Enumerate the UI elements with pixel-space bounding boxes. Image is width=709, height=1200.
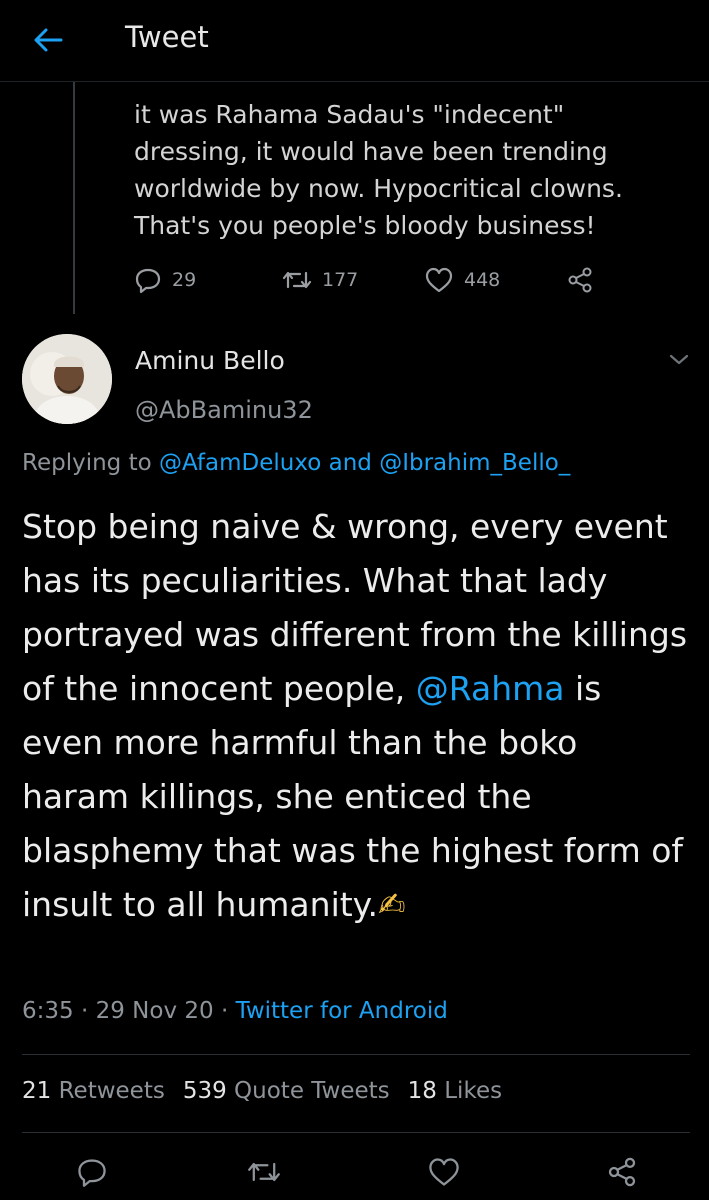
previous-tweet-text: it was Rahama Sadau's "indecent" dressin… <box>134 96 694 244</box>
avatar[interactable] <box>22 334 112 424</box>
share-icon <box>608 1157 636 1187</box>
like-button[interactable] <box>422 1150 466 1194</box>
author-name[interactable]: Aminu Bello <box>135 346 285 375</box>
replying-prefix: Replying to <box>22 450 152 476</box>
reply-icon <box>135 268 161 294</box>
replying-user-link[interactable]: @Ibrahim_Bello_ <box>379 450 570 476</box>
previous-share-button[interactable] <box>566 262 594 298</box>
previous-tweet-actions: 29 177 448 <box>134 262 604 298</box>
author-handle[interactable]: @AbBaminu32 <box>135 396 313 424</box>
previous-retweet-button[interactable]: 177 <box>282 262 358 298</box>
divider <box>22 1132 690 1133</box>
more-options-button[interactable] <box>666 348 692 374</box>
reply-button[interactable] <box>70 1150 114 1194</box>
divider <box>22 1054 690 1055</box>
tweet-date: 29 Nov 20 <box>95 998 214 1024</box>
retweet-button[interactable] <box>242 1150 286 1194</box>
tweet-text: Stop being naive & wrong, every event ha… <box>22 500 692 932</box>
heart-icon <box>425 267 453 293</box>
previous-reply-count: 29 <box>172 269 197 291</box>
likes-label: Likes <box>444 1078 503 1104</box>
quote-tweets-stat[interactable]: 539 Quote Tweets <box>183 1078 390 1104</box>
profile-photo-image <box>22 334 112 424</box>
tweet-meta: 6:35 · 29 Nov 20 · Twitter for Android <box>22 998 448 1024</box>
previous-like-count: 448 <box>464 269 501 291</box>
chevron-down-icon <box>669 354 689 365</box>
heart-icon <box>429 1158 459 1186</box>
retweets-stat[interactable]: 21 Retweets <box>22 1078 165 1104</box>
previous-reply-button[interactable]: 29 <box>134 262 196 298</box>
writing-hand-emoji: ✍ <box>378 885 406 924</box>
top-bar: Tweet <box>0 0 709 82</box>
page-title: Tweet <box>125 20 209 54</box>
likes-count: 18 <box>407 1078 437 1104</box>
arrow-left-icon <box>34 28 63 52</box>
tweet-action-bar <box>0 1150 709 1194</box>
previous-tweet-line: it was Rahama Sadau's "indecent" <box>134 100 565 129</box>
mention-link[interactable]: @Rahma <box>416 669 565 708</box>
retweets-count: 21 <box>22 1078 52 1104</box>
replying-and: and <box>328 450 372 476</box>
meta-separator: · <box>80 998 89 1024</box>
replying-user-link[interactable]: @AfamDeluxo <box>159 450 321 476</box>
tweet-time: 6:35 <box>22 998 74 1024</box>
back-button[interactable] <box>26 20 70 60</box>
meta-separator: · <box>220 998 229 1024</box>
retweets-label: Retweets <box>58 1078 165 1104</box>
share-icon <box>568 267 592 293</box>
retweet-icon <box>248 1162 280 1182</box>
share-button[interactable] <box>600 1150 644 1194</box>
thread-connector-line <box>73 82 75 314</box>
tweet-source-link[interactable]: Twitter for Android <box>236 998 448 1024</box>
tweet-stats: 21 Retweets 539 Quote Tweets 18 Likes <box>22 1078 502 1104</box>
replying-to: Replying to @AfamDeluxo and @Ibrahim_Bel… <box>22 450 570 476</box>
previous-tweet-line: dressing, it would have been trending <box>134 137 608 166</box>
previous-retweet-count: 177 <box>322 269 359 291</box>
retweet-icon <box>282 271 312 289</box>
previous-tweet-line: worldwide by now. Hypocritical clowns. <box>134 174 623 203</box>
previous-tweet-line: That's you people's bloody business! <box>134 211 596 240</box>
quote-tweets-count: 539 <box>182 1078 227 1104</box>
previous-like-button[interactable]: 448 <box>424 262 500 298</box>
likes-stat[interactable]: 18 Likes <box>408 1078 502 1104</box>
quote-tweets-label: Quote Tweets <box>234 1078 390 1104</box>
reply-icon <box>78 1159 106 1187</box>
